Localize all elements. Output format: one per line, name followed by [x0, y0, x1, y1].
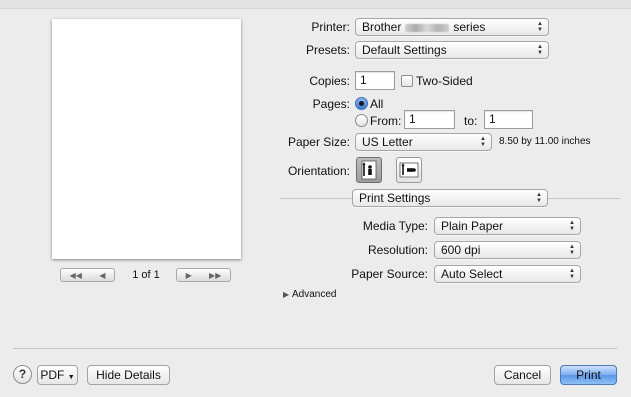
- window-top-strip: [0, 0, 631, 9]
- preview-back-nav[interactable]: ◀◀ ◀: [60, 268, 115, 282]
- landscape-person-icon: [399, 162, 419, 178]
- resolution-value: 600 dpi: [441, 243, 481, 257]
- pages-all-radio[interactable]: [355, 97, 368, 110]
- orientation-landscape-button[interactable]: [396, 157, 422, 183]
- pdf-label: PDF: [40, 368, 65, 382]
- paper-size-value: US Letter: [362, 135, 413, 149]
- section-popup-value: Print Settings: [359, 191, 431, 205]
- media-type-label: Media Type:: [362, 219, 428, 233]
- pages-label: Pages:: [312, 97, 350, 111]
- orientation-label: Orientation:: [287, 164, 350, 178]
- paper-size-label: Paper Size:: [287, 135, 350, 149]
- presets-label: Presets:: [305, 43, 350, 57]
- cancel-button[interactable]: Cancel: [494, 365, 551, 385]
- two-sided-checkbox[interactable]: [401, 75, 413, 87]
- resolution-popup[interactable]: 600 dpi ▲ ▼: [434, 241, 581, 259]
- disclosure-triangle-icon[interactable]: ▶: [283, 288, 289, 302]
- print-button[interactable]: Print: [560, 365, 617, 385]
- presets-value: Default Settings: [362, 43, 447, 57]
- printer-name-suffix: series: [453, 20, 486, 34]
- paper-dimensions: 8.50 by 11.00 inches: [499, 136, 591, 147]
- printer-label: Printer:: [311, 20, 350, 34]
- redacted-model: [405, 23, 450, 32]
- popup-arrows-icon: ▲ ▼: [537, 21, 543, 33]
- orientation-portrait-button[interactable]: [356, 157, 382, 183]
- first-page-icon[interactable]: ◀◀: [66, 271, 86, 280]
- pages-from-label: From:: [370, 114, 402, 128]
- paper-source-label: Paper Source:: [351, 267, 428, 281]
- page-indicator: 1 of 1: [132, 269, 160, 281]
- paper-source-popup[interactable]: Auto Select ▲ ▼: [434, 265, 581, 283]
- help-button[interactable]: ?: [13, 365, 32, 384]
- presets-popup[interactable]: Default Settings ▲ ▼: [355, 41, 549, 59]
- previous-page-icon[interactable]: ◀: [95, 271, 109, 280]
- paper-size-popup[interactable]: US Letter ▲ ▼: [355, 133, 492, 151]
- section-popup[interactable]: Print Settings ▲ ▼: [352, 189, 548, 207]
- page-preview: [52, 19, 241, 259]
- media-type-popup[interactable]: Plain Paper ▲ ▼: [434, 217, 581, 235]
- two-sided-label: Two-Sided: [416, 74, 473, 88]
- paper-source-value: Auto Select: [441, 267, 503, 281]
- media-type-value: Plain Paper: [441, 219, 504, 233]
- portrait-person-icon: [361, 160, 377, 180]
- popup-arrows-icon: ▲ ▼: [569, 244, 575, 256]
- popup-arrows-icon: ▲ ▼: [569, 220, 575, 232]
- pages-from-radio[interactable]: [355, 114, 368, 127]
- popup-arrows-icon: ▲ ▼: [536, 192, 542, 204]
- resolution-label: Resolution:: [367, 243, 428, 257]
- pdf-menu-button[interactable]: PDF ▼: [37, 365, 78, 385]
- pages-from-field[interactable]: 1: [404, 110, 455, 129]
- pages-to-field[interactable]: 1: [484, 110, 533, 129]
- popup-arrows-icon: ▲ ▼: [569, 268, 575, 280]
- pages-to-label: to:: [464, 114, 478, 128]
- printer-name-prefix: Brother: [362, 20, 402, 34]
- advanced-label[interactable]: Advanced: [292, 288, 336, 302]
- copies-field[interactable]: 1: [355, 71, 395, 90]
- printer-popup[interactable]: Brother series ▲ ▼: [355, 18, 549, 36]
- footer-separator: [13, 348, 617, 349]
- pages-all-label: All: [370, 97, 384, 111]
- copies-label: Copies:: [309, 74, 350, 88]
- popup-arrows-icon: ▲ ▼: [480, 136, 486, 148]
- last-page-icon[interactable]: ▶▶: [205, 271, 225, 280]
- next-page-icon[interactable]: ▶: [182, 271, 196, 280]
- popup-arrows-icon: ▲ ▼: [537, 44, 543, 56]
- chevron-down-icon: ▼: [67, 374, 75, 381]
- hide-details-button[interactable]: Hide Details: [87, 365, 170, 385]
- preview-forward-nav[interactable]: ▶ ▶▶: [176, 268, 231, 282]
